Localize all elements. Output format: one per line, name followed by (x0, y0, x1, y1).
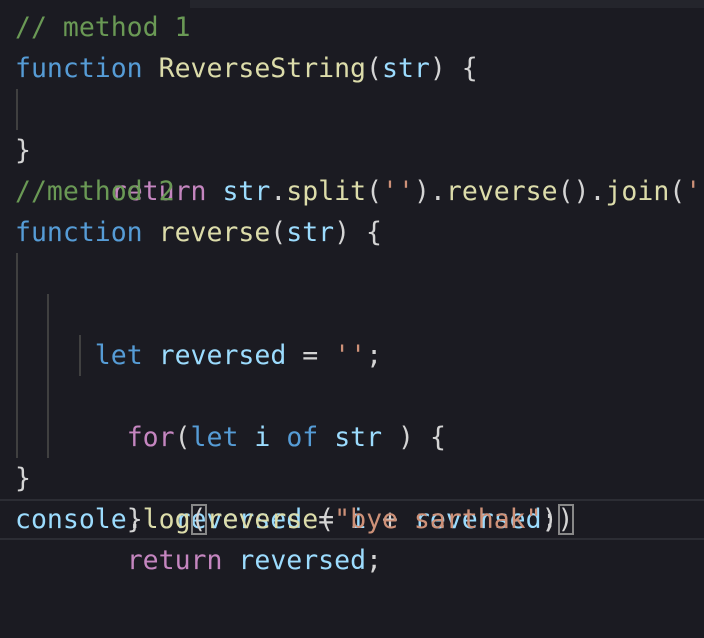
matching-bracket: ) (557, 504, 574, 535)
indent-guide (47, 376, 49, 417)
code-variable: str (382, 53, 430, 84)
code-punctuation: . (126, 504, 143, 535)
matching-bracket: ( (190, 504, 207, 535)
indent-guide (16, 294, 18, 335)
code-line[interactable]: return str.split('').reverse().join('') (0, 89, 704, 207)
code-line[interactable]: let reversed = ''; (0, 253, 704, 371)
code-punctuation: ) { (429, 53, 478, 84)
code-punctuation (143, 217, 159, 248)
indent-guide (16, 417, 18, 458)
code-punctuation: ) (541, 504, 558, 535)
code-function-name: log (142, 504, 191, 535)
indent-guide (16, 253, 18, 294)
code-punctuation: ( (318, 504, 335, 535)
code-punctuation: ( (366, 53, 382, 84)
code-punctuation: ( (270, 217, 287, 248)
indent-guide (47, 335, 49, 376)
code-line[interactable]: function ReverseString(str) { (0, 48, 704, 89)
code-punctuation: ; (366, 545, 383, 576)
code-variable: reversed (238, 545, 367, 576)
code-keyword: function (15, 53, 143, 84)
indent-guide (47, 417, 49, 458)
code-area[interactable]: // method 1 function ReverseString(str) … (0, 7, 704, 576)
code-line-current[interactable]: console.log(reverse("bye sarthak")) (0, 499, 704, 540)
indent-guide (16, 89, 18, 130)
code-identifier: console (15, 504, 127, 535)
code-line[interactable]: for(let i of str ) { (0, 294, 704, 453)
code-line[interactable]: //method 2 (0, 171, 704, 212)
code-line[interactable]: } (0, 130, 704, 171)
code-control-keyword: return (126, 545, 223, 576)
code-comment: // method 1 (15, 12, 191, 43)
code-line[interactable]: reversed = i + reversed; (0, 335, 704, 535)
code-function-name: reverse (158, 217, 271, 248)
indent-guide (47, 294, 49, 335)
indent-guide (16, 335, 18, 376)
code-function-name: ReverseString (158, 53, 367, 84)
code-line[interactable]: // method 1 (0, 7, 704, 48)
code-punctuation (222, 545, 238, 576)
code-variable: str (286, 217, 335, 248)
code-punctuation: } (15, 463, 31, 494)
code-function-name: reverse (206, 504, 319, 535)
indent-guide (16, 376, 18, 417)
code-line[interactable]: return reversed; (0, 417, 704, 576)
code-punctuation (79, 545, 127, 576)
code-string: "bye sarthak" (334, 504, 542, 535)
code-line[interactable]: } (0, 458, 704, 499)
code-comment: //method 2 (15, 176, 175, 207)
code-punctuation: } (15, 135, 31, 166)
code-punctuation (143, 53, 159, 84)
indent-guide (79, 335, 81, 376)
code-keyword: function (15, 217, 143, 248)
code-line[interactable]: function reverse(str) { (0, 212, 704, 253)
code-editor[interactable]: // method 1 function ReverseString(str) … (0, 0, 704, 638)
code-punctuation: ) { (334, 217, 383, 248)
code-line[interactable]: } (0, 376, 704, 535)
